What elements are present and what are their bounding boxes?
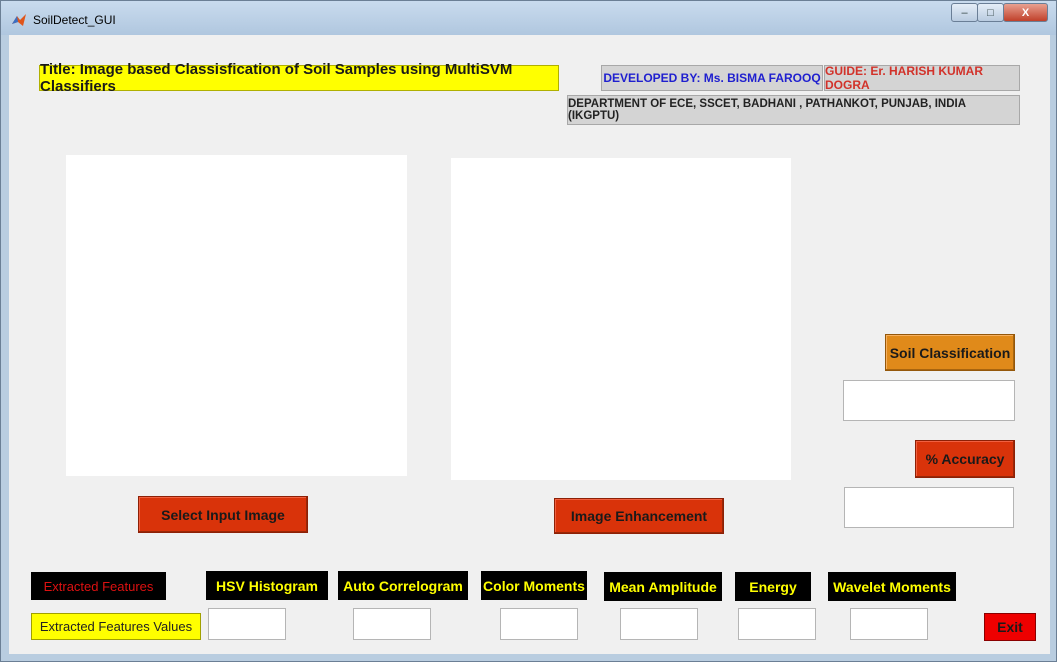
hsv-histogram-label: HSV Histogram xyxy=(206,571,328,600)
enhanced-image-axes xyxy=(451,158,791,480)
title-bar[interactable]: SoilDetect_GUI – □ X xyxy=(1,1,1056,35)
extracted-features-values-label: Extracted Features Values xyxy=(31,613,201,640)
gui-canvas: Title: Image based Classisfication of So… xyxy=(9,35,1050,654)
project-title-label: Title: Image based Classisfication of So… xyxy=(39,61,559,95)
hsv-histogram-value-field[interactable] xyxy=(208,608,286,640)
input-image-axes xyxy=(66,155,407,476)
accuracy-result-field[interactable] xyxy=(844,487,1014,528)
soil-classification-button[interactable]: Soil Classification xyxy=(885,334,1015,371)
auto-correlogram-label: Auto Correlogram xyxy=(338,571,468,600)
color-moments-label: Color Moments xyxy=(481,571,587,600)
wavelet-moments-value-field[interactable] xyxy=(850,608,928,640)
image-enhancement-button[interactable]: Image Enhancement xyxy=(554,498,724,534)
close-button[interactable]: X xyxy=(1003,3,1048,22)
auto-correlogram-value-field[interactable] xyxy=(353,608,431,640)
select-input-image-button[interactable]: Select Input Image xyxy=(138,496,308,533)
classification-result-field[interactable] xyxy=(843,380,1015,421)
energy-value-field[interactable] xyxy=(738,608,816,640)
accuracy-button[interactable]: % Accuracy xyxy=(915,440,1015,478)
energy-label: Energy xyxy=(735,572,811,601)
guide-label: GUIDE: Er. HARISH KUMAR DOGRA xyxy=(824,64,1020,92)
extracted-features-label: Extracted Features xyxy=(31,572,166,600)
color-moments-value-field[interactable] xyxy=(500,608,578,640)
exit-button[interactable]: Exit xyxy=(984,613,1036,641)
matlab-icon xyxy=(12,14,26,26)
minimize-button[interactable]: – xyxy=(951,3,978,22)
mean-amplitude-value-field[interactable] xyxy=(620,608,698,640)
app-window: SoilDetect_GUI – □ X Title: Image based … xyxy=(0,0,1057,662)
developer-label: DEVELOPED BY: Ms. BISMA FAROOQ xyxy=(601,65,823,91)
maximize-button[interactable]: □ xyxy=(977,3,1004,22)
window-controls: – □ X xyxy=(951,3,1048,23)
mean-amplitude-label: Mean Amplitude xyxy=(604,572,722,601)
department-label: DEPARTMENT OF ECE, SSCET, BADHANI , PATH… xyxy=(567,95,1020,125)
wavelet-moments-label: Wavelet Moments xyxy=(828,572,956,601)
window-title: SoilDetect_GUI xyxy=(33,13,116,27)
